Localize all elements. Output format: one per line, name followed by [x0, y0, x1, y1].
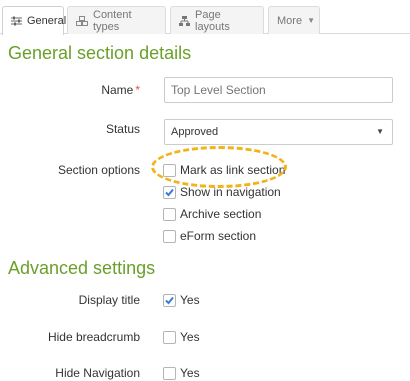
hide-navigation-yes-label: Yes [180, 366, 200, 380]
tab-general-label: General [27, 15, 67, 27]
section-settings-panel: General Content types Page layouts More … [0, 0, 410, 381]
sitemap-icon [179, 15, 190, 26]
name-label: Name [101, 83, 134, 97]
checkbox-box[interactable] [163, 366, 176, 380]
eform-section-label: eForm section [180, 229, 257, 243]
checkbox-box[interactable] [163, 163, 176, 177]
caret-down-icon: ▼ [307, 16, 315, 25]
status-select[interactable]: Approved ▼ [164, 119, 393, 145]
checkmark-icon [165, 188, 174, 196]
tab-content-types-label: Content types [93, 8, 132, 33]
tab-page-layouts[interactable]: Page layouts [170, 6, 264, 34]
tab-page-layouts-label: Page layouts [195, 8, 230, 33]
section-options-label: Section options [57, 163, 140, 177]
advanced-section-title: Advanced settings [8, 258, 156, 278]
cubes-icon [76, 15, 88, 26]
archive-section-checkbox[interactable]: Archive section [163, 207, 261, 221]
mark-as-link-section-label: Mark as link section [180, 163, 286, 177]
tab-more[interactable]: More ▼ [268, 6, 320, 34]
name-input[interactable] [164, 77, 393, 103]
display-title-checkbox[interactable]: Yes [163, 293, 200, 307]
status-select-value: Approved [171, 126, 219, 138]
mark-as-link-section-checkbox[interactable]: Mark as link section [163, 163, 285, 177]
checkbox-box[interactable] [163, 293, 176, 307]
general-section-title: General section details [8, 43, 192, 63]
checkbox-box[interactable] [163, 185, 176, 199]
caret-down-icon: ▼ [376, 127, 384, 136]
hide-navigation-label: Hide Navigation [55, 366, 140, 380]
checkbox-box[interactable] [163, 330, 176, 344]
checkbox-box[interactable] [163, 229, 176, 243]
eform-section-checkbox[interactable]: eForm section [163, 229, 256, 243]
hide-breadcrumb-yes-label: Yes [180, 330, 200, 344]
checkmark-icon [165, 296, 174, 304]
required-asterisk: * [135, 83, 140, 97]
name-label-group: Name * [101, 83, 140, 97]
sliders-icon [11, 16, 22, 26]
tab-bar: General Content types Page layouts More … [0, 0, 410, 35]
display-title-label: Display title [78, 293, 140, 307]
tab-more-label: More [277, 14, 303, 27]
show-in-navigation-label: Show in navigation [180, 185, 281, 199]
hide-navigation-checkbox[interactable]: Yes [163, 366, 200, 380]
hide-breadcrumb-checkbox[interactable]: Yes [163, 330, 200, 344]
display-title-yes-label: Yes [180, 293, 200, 307]
hide-breadcrumb-label: Hide breadcrumb [47, 330, 140, 344]
tab-content-types[interactable]: Content types [67, 6, 166, 34]
archive-section-label: Archive section [180, 207, 262, 221]
checkbox-box[interactable] [163, 207, 176, 221]
status-label: Status [105, 122, 140, 136]
show-in-navigation-checkbox[interactable]: Show in navigation [163, 185, 281, 199]
tab-general[interactable]: General [2, 6, 67, 35]
